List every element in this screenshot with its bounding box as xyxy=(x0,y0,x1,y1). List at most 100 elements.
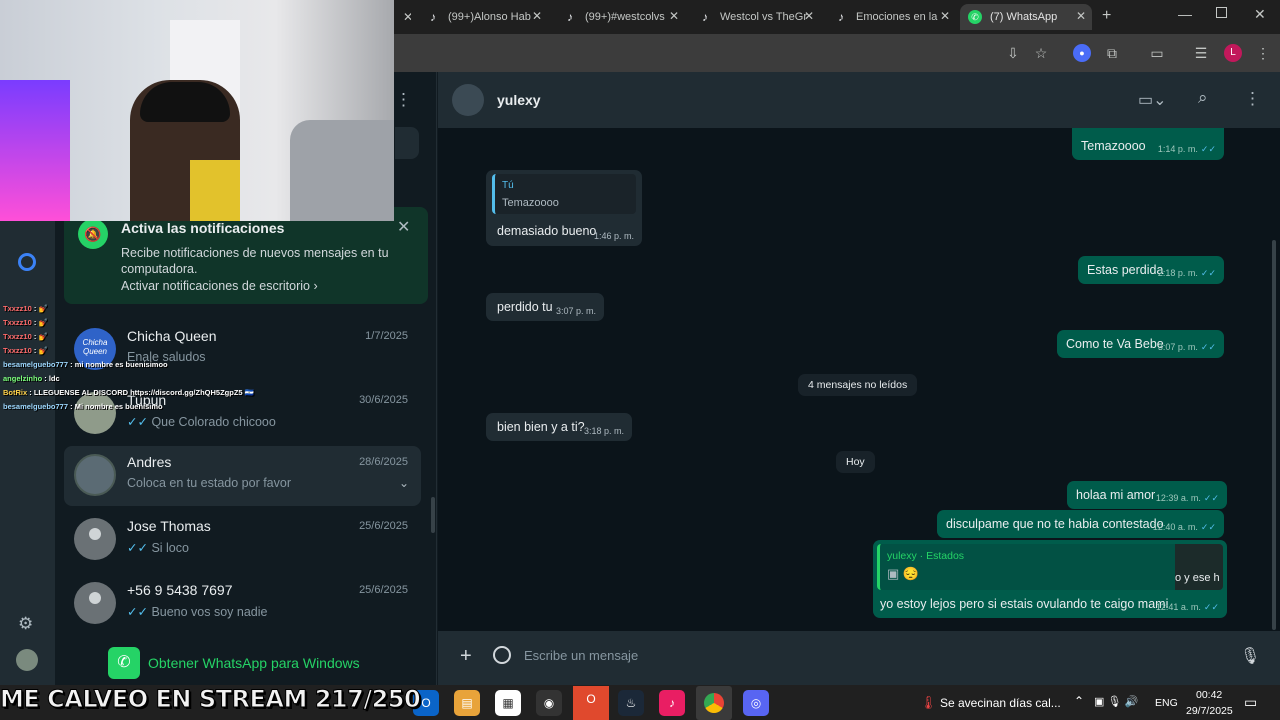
chat-item[interactable]: Chicha Queen Chicha Queen 1/7/2025 Enale… xyxy=(64,320,421,380)
message-in[interactable]: Tú Temazoooo demasiado bueno 1:46 p. m. xyxy=(486,170,642,246)
video-call-icon[interactable]: ▭⌄ xyxy=(1138,90,1167,110)
close-icon[interactable]: ✕ xyxy=(669,9,679,23)
tab-1[interactable]: ♪ (99+)Alonso Hab ✕ xyxy=(418,4,548,30)
notification-banner: 🔕 Activa las notificaciones Recibe notif… xyxy=(64,207,428,304)
meta-ai-icon[interactable] xyxy=(18,253,36,271)
quoted-message[interactable]: Tú Temazoooo xyxy=(492,174,636,214)
tab-whatsapp[interactable]: ✆ (7) WhatsApp ✕ xyxy=(960,4,1092,30)
quoted-status[interactable]: yulexy · Estados ▣ 😔 o y ese h xyxy=(877,544,1223,590)
whatsapp-icon: ✆ xyxy=(108,647,140,679)
notification-link[interactable]: Activar notificaciones de escritorio › xyxy=(121,279,318,293)
close-icon[interactable]: ✕ xyxy=(397,217,410,237)
contact-avatar[interactable] xyxy=(452,84,484,116)
chevron-up-icon[interactable]: ⌃ xyxy=(1074,694,1084,708)
message-out[interactable]: Temazoooo 1:14 p. m. ✓✓ xyxy=(1072,128,1224,160)
install-app-icon[interactable]: ⇩ xyxy=(1004,44,1022,62)
extension-icon[interactable]: ● xyxy=(1073,44,1091,62)
message-out[interactable]: yulexy · Estados ▣ 😔 o y ese h yo estoy … xyxy=(873,540,1227,618)
message-time: 2:18 p. m. xyxy=(1157,268,1198,278)
close-icon[interactable]: ✕ xyxy=(1076,9,1086,23)
minimize-icon[interactable]: — xyxy=(1178,6,1192,22)
emoji-icon[interactable] xyxy=(493,646,511,664)
clock-date[interactable]: 29/7/2025 xyxy=(1186,705,1233,717)
stream-chat-line: Txxzz10 : 💅 xyxy=(3,304,48,313)
tab-4[interactable]: ♪ Emociones en la ✕ xyxy=(826,4,956,30)
message-out[interactable]: Como te Va Bebe 3:07 p. m. ✓✓ xyxy=(1057,330,1224,358)
browser-menu-icon[interactable]: ⋮ xyxy=(1254,44,1272,62)
menu-icon[interactable]: ⋮ xyxy=(395,90,412,110)
close-icon[interactable]: ✕ xyxy=(804,9,814,23)
menu-icon[interactable]: ⋮ xyxy=(1244,89,1261,109)
attach-plus-icon[interactable]: + xyxy=(460,645,472,668)
message-in[interactable]: perdido tu 3:07 p. m. xyxy=(486,293,604,321)
new-tab-button[interactable]: + xyxy=(1102,7,1111,25)
chat-last-message: ✓✓ Si loco xyxy=(127,540,189,555)
notification-link-text[interactable]: Activar notificaciones de escritorio xyxy=(121,279,310,293)
chat-text: : mi nombre es buenisimoo xyxy=(70,360,168,369)
chat-item[interactable]: +56 9 5438 7697 25/6/2025 ✓✓ Bueno vos s… xyxy=(64,574,421,634)
file-explorer-icon[interactable]: ▤ xyxy=(454,690,480,716)
status-thumbnail: o y ese h xyxy=(1175,544,1223,590)
profile-avatar[interactable] xyxy=(16,649,38,671)
notification-center-icon[interactable]: ▭ xyxy=(1244,694,1257,711)
opera-icon[interactable]: O xyxy=(573,686,609,720)
discord-icon[interactable]: ◎ xyxy=(743,690,769,716)
microphone-icon[interactable]: 🎙 xyxy=(1240,646,1260,666)
whatsapp-icon: ✆ xyxy=(968,10,982,24)
message-out[interactable]: holaa mi amor 12:39 a. m. ✓✓ xyxy=(1067,481,1227,509)
tiktok-icon: ♪ xyxy=(567,10,573,24)
last-text: Que Colorado chicooo xyxy=(151,415,276,429)
chat-text: : Mi nombre es buenisimo xyxy=(70,402,163,411)
language-indicator[interactable]: ENG xyxy=(1155,697,1178,709)
get-app-link[interactable]: ✆ Obtener WhatsApp para Windows xyxy=(108,647,360,679)
chevron-down-icon[interactable]: ⌄ xyxy=(399,476,409,490)
tab-3[interactable]: ♪ Westcol vs TheGr ✕ xyxy=(690,4,820,30)
tiktok-icon: ♪ xyxy=(430,10,436,24)
extensions-puzzle-icon[interactable]: ⧉ xyxy=(1103,44,1121,62)
media-controls-icon[interactable]: ☰ xyxy=(1192,44,1210,62)
message-in[interactable]: bien bien y a ti? 3:18 p. m. xyxy=(486,413,632,441)
bell-off-icon: 🔕 xyxy=(78,219,108,249)
clock-time[interactable]: 00:42 xyxy=(1196,689,1222,701)
bookmark-star-icon[interactable]: ☆ xyxy=(1032,44,1050,62)
steam-icon[interactable]: ♨ xyxy=(618,690,644,716)
chat-text: : 💅 xyxy=(33,318,48,327)
message-input[interactable]: Escribe un mensaje xyxy=(524,648,638,663)
tiktok-icon[interactable]: ♪ xyxy=(659,690,685,716)
message-text: holaa mi amor xyxy=(1076,488,1156,502)
profile-avatar[interactable]: L xyxy=(1224,44,1242,62)
get-app-text[interactable]: Obtener WhatsApp para Windows xyxy=(148,655,360,671)
scrollbar[interactable] xyxy=(1272,240,1276,630)
chat-name: Chicha Queen xyxy=(127,328,217,344)
day-divider: Hoy xyxy=(836,451,875,473)
search-icon[interactable]: ⌕ xyxy=(1198,88,1208,108)
message-out[interactable]: Estas perdida 2:18 p. m. ✓✓ xyxy=(1078,256,1224,284)
obs-icon[interactable]: ◉ xyxy=(536,690,562,716)
settings-gear-icon[interactable]: ⚙ xyxy=(18,614,33,634)
chrome-icon[interactable] xyxy=(696,686,732,720)
scrollbar[interactable] xyxy=(431,497,435,533)
close-icon[interactable]: ✕ xyxy=(940,9,950,23)
message-time: 12:41 a. m. xyxy=(1155,602,1201,612)
tray-icons[interactable]: ▣ 🎙 🔊 xyxy=(1094,695,1138,708)
contact-name[interactable]: yulexy xyxy=(497,92,541,108)
message-time: 12:39 a. m. xyxy=(1155,493,1201,503)
message-composer: + Escribe un mensaje 🎙 xyxy=(438,631,1280,685)
search-field-edge[interactable] xyxy=(395,127,419,159)
store-icon[interactable]: ▦ xyxy=(495,690,521,716)
maximize-icon[interactable] xyxy=(1216,7,1227,18)
tab-2[interactable]: ♪ (99+)#westcolvs ✕ xyxy=(555,4,685,30)
read-ticks-icon: ✓✓ xyxy=(127,415,148,429)
thermometer-icon[interactable]: 🌡 xyxy=(920,695,937,711)
cast-icon[interactable]: ▭ xyxy=(1148,44,1166,62)
close-icon[interactable]: ✕ xyxy=(532,9,542,23)
quote-text: 😔 xyxy=(902,566,920,581)
window-close-icon[interactable]: ✕ xyxy=(1254,6,1266,23)
chat-text: : 💅 xyxy=(33,304,48,313)
message-out[interactable]: disculpame que no te habia contestado 12… xyxy=(937,510,1224,538)
tab-close-partial[interactable]: ✕ xyxy=(395,4,411,30)
weather-text[interactable]: Se avecinan días cal... xyxy=(940,696,1061,710)
chat-item[interactable]: Jose Thomas 25/6/2025 ✓✓ Si loco xyxy=(64,510,421,570)
chat-item-hover[interactable]: Andres 28/6/2025 Coloca en tu estado por… xyxy=(64,446,421,506)
message-meta: 12:40 a. m. ✓✓ xyxy=(1153,522,1216,533)
